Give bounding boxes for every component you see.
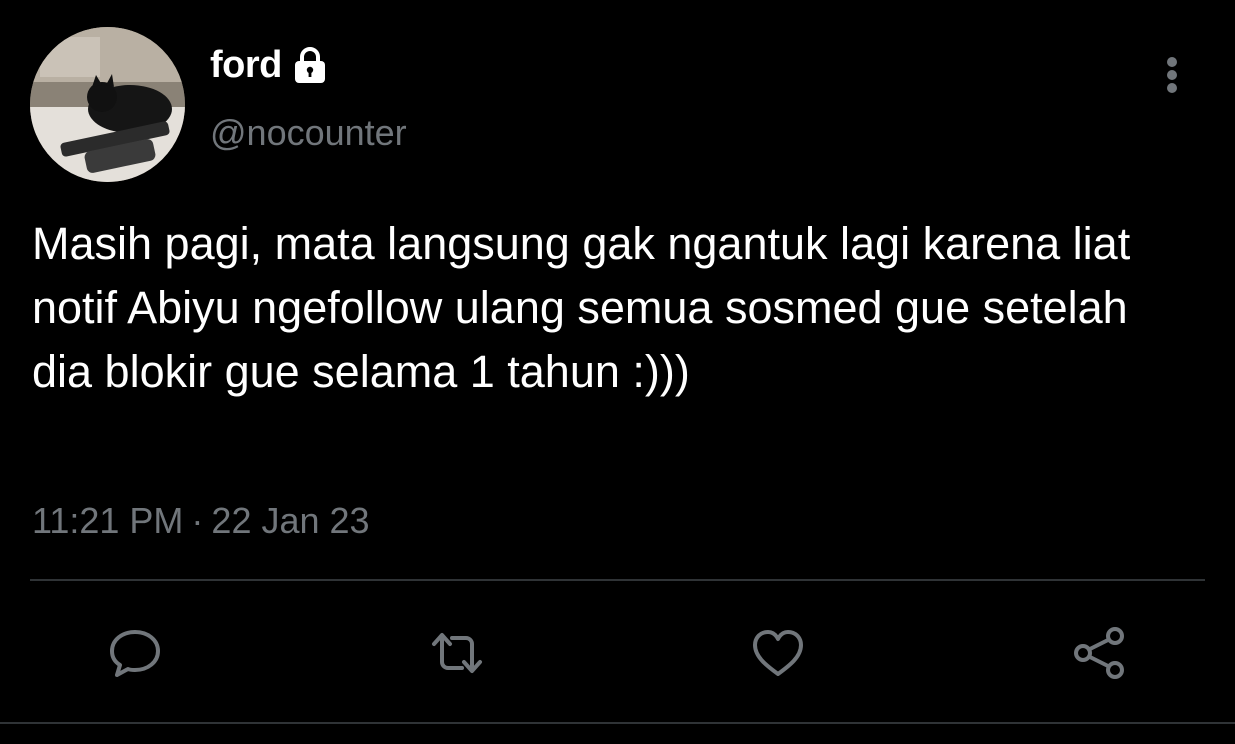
avatar[interactable] xyxy=(30,27,185,182)
bottom-divider xyxy=(0,722,1235,724)
display-name-text: ford xyxy=(210,44,282,86)
tweet-timestamp[interactable]: 11:21 PM · 22 Jan 23 xyxy=(32,500,370,542)
like-button[interactable] xyxy=(747,622,809,684)
speech-bubble-icon xyxy=(110,630,160,677)
tweet-text: Masih pagi, mata langsung gak ngantuk la… xyxy=(32,218,1131,397)
share-icon xyxy=(1074,627,1124,679)
retweet-button[interactable] xyxy=(426,622,488,684)
heart-icon xyxy=(753,630,803,676)
user-handle[interactable]: @nocounter xyxy=(210,112,407,154)
share-button[interactable] xyxy=(1069,622,1131,684)
reply-button[interactable] xyxy=(104,622,166,684)
avatar-photo xyxy=(30,27,185,182)
tweet-date: 22 Jan 23 xyxy=(211,500,370,541)
more-options-button[interactable] xyxy=(1150,50,1194,100)
divider xyxy=(30,579,1205,581)
meta-separator: · xyxy=(191,500,204,541)
vertical-ellipsis-icon xyxy=(1167,57,1177,93)
lock-icon xyxy=(290,46,330,86)
retweet-icon xyxy=(432,633,482,673)
tweet-time: 11:21 PM xyxy=(32,500,184,541)
tweet-container: ford @nocounter Masih pagi, mata langsun… xyxy=(0,0,1235,744)
display-name[interactable]: ford xyxy=(210,44,330,87)
